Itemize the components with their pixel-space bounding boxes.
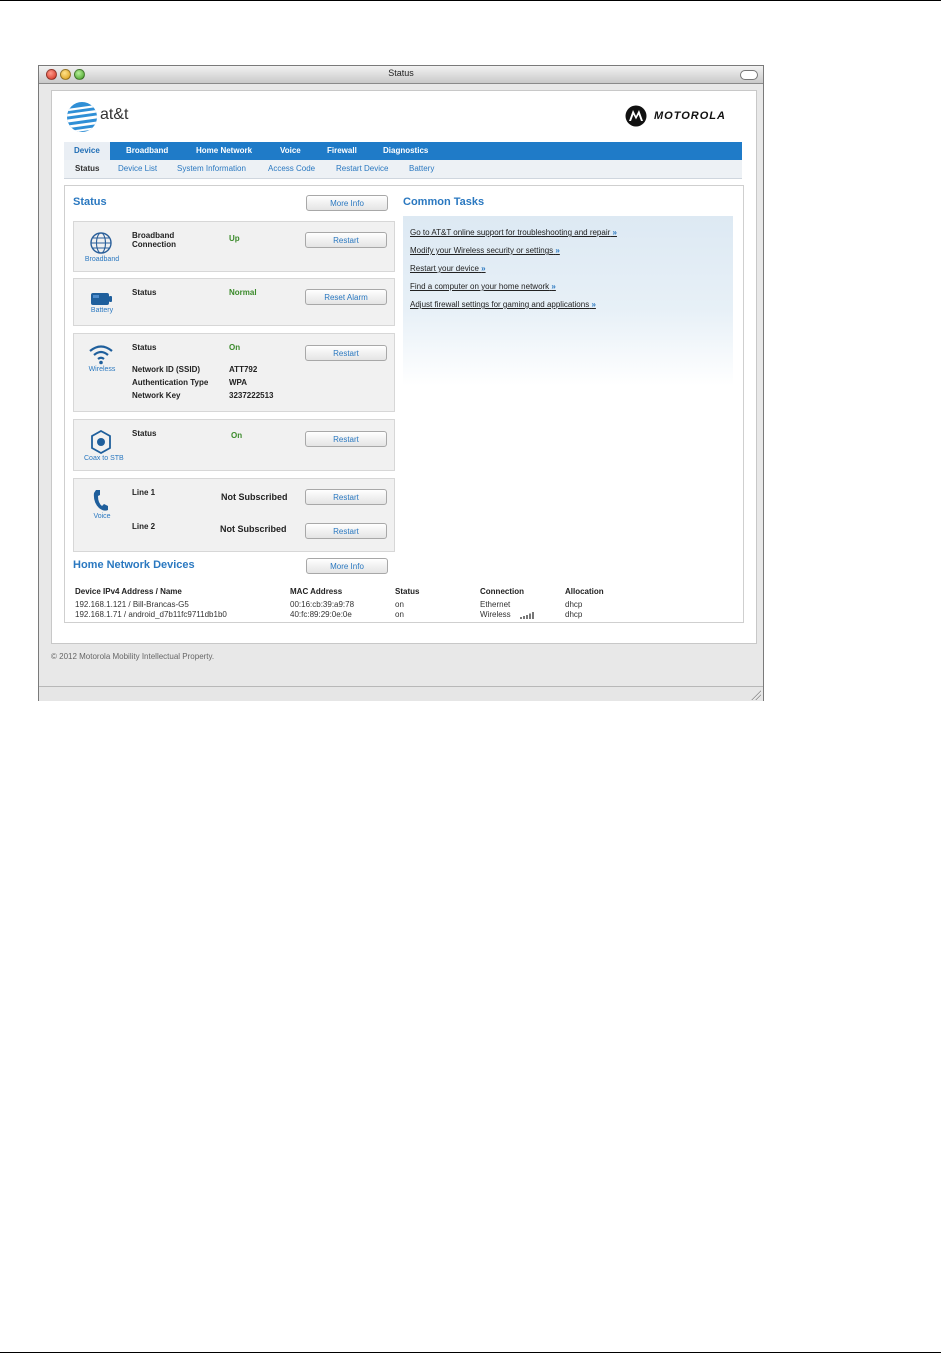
signal-strength-icon (520, 612, 534, 619)
page-bottom-rule (0, 1352, 941, 1353)
wireless-card: Wireless Status On Restart Network ID (S… (73, 333, 395, 412)
wireless-restart-button[interactable]: Restart (305, 345, 387, 361)
allocation-cell: dhcp (565, 610, 583, 619)
battery-icon-label: Battery (90, 307, 114, 314)
line1-restart-button[interactable]: Restart (305, 489, 387, 505)
att-logo-text: at&t (100, 106, 129, 123)
network-key-label: Network Key (132, 391, 181, 400)
broadband-card: Broadband Broadband Connection Up Restar… (73, 221, 395, 272)
window-titlebar: Status (39, 66, 763, 84)
line1-label: Line 1 (132, 488, 156, 497)
voice-card: Voice Line 1 Not Subscribed Restart Line… (73, 478, 395, 552)
battery-status-value: Normal (229, 288, 257, 297)
main-nav: Device Broadband Home Network Voice Fire… (64, 142, 742, 160)
common-tasks-panel: Go to AT&T online support for troublesho… (403, 216, 733, 386)
task-link-find-computer[interactable]: Find a computer on your home network » (410, 282, 556, 291)
mac-cell: 40:fc:89:29:0e:0e (290, 610, 352, 619)
home-network-more-info-button[interactable]: More Info (306, 558, 388, 574)
subtab-system-information[interactable]: System Information (177, 164, 246, 173)
task-link-att-support[interactable]: Go to AT&T online support for troublesho… (410, 228, 617, 237)
column-header-connection: Connection (480, 587, 524, 596)
battery-status-label: Status (132, 288, 157, 297)
tab-broadband[interactable]: Broadband (126, 146, 168, 155)
column-header-status: Status (395, 587, 420, 596)
tab-device[interactable]: Device (64, 142, 110, 160)
ssid-label: Network ID (SSID) (132, 365, 201, 374)
page-content: at&t MOTOROLA Device Broadband Home Netw… (51, 90, 757, 644)
allocation-cell: dhcp (565, 600, 583, 609)
main-panel: Status More Info Broadband Broadband Con… (64, 185, 744, 623)
voice-icon-label: Voice (93, 513, 111, 520)
task-link-restart-device[interactable]: Restart your device » (410, 264, 486, 273)
line2-label: Line 2 (132, 522, 156, 531)
column-header-allocation: Allocation (565, 587, 604, 596)
status-cell: on (395, 600, 404, 609)
tab-diagnostics[interactable]: Diagnostics (383, 146, 428, 155)
line1-value: Not Subscribed (221, 492, 288, 502)
reset-alarm-button[interactable]: Reset Alarm (305, 289, 387, 305)
tab-firewall[interactable]: Firewall (327, 146, 357, 155)
task-link-wireless-settings[interactable]: Modify your Wireless security or setting… (410, 246, 560, 255)
window-status-bar (39, 686, 763, 701)
motorola-batwing-icon (625, 105, 647, 127)
column-header-mac: MAC Address (290, 587, 343, 596)
subtab-access-code[interactable]: Access Code (268, 164, 315, 173)
coax-card: Coax to STB Status On Restart (73, 419, 395, 471)
status-cell: on (395, 610, 404, 619)
battery-card: Battery Status Normal Reset Alarm (73, 278, 395, 326)
home-network-title: Home Network Devices (73, 559, 195, 571)
wifi-icon (89, 345, 113, 365)
connection-cell: Ethernet (480, 600, 511, 609)
window-title: Status (388, 68, 414, 78)
page-top-rule (0, 0, 941, 1)
broadband-connection-label: Broadband Connection (132, 231, 176, 249)
ssid-value: ATT792 (229, 365, 258, 374)
toolbar-toggle-button[interactable] (740, 70, 758, 80)
subtab-status[interactable]: Status (75, 164, 99, 173)
auth-type-value: WPA (229, 378, 248, 387)
device-name-cell: 192.168.1.121 / Bill-Brancas-G5 (75, 600, 189, 609)
network-key-value: 3237222513 (229, 391, 274, 400)
status-more-info-button[interactable]: More Info (306, 195, 388, 211)
line2-value: Not Subscribed (220, 524, 287, 534)
wireless-status-label: Status (132, 343, 157, 352)
tab-voice[interactable]: Voice (280, 146, 301, 155)
subtab-battery[interactable]: Battery (409, 164, 434, 173)
coax-status-value: On (231, 431, 243, 440)
coax-icon-label: Coax to STB (84, 455, 124, 462)
subtab-device-list[interactable]: Device List (118, 164, 157, 173)
wireless-icon-label: Wireless (88, 366, 116, 373)
broadband-status-value: Up (229, 234, 240, 243)
phone-icon (93, 490, 108, 511)
globe-icon (90, 232, 112, 254)
mac-cell: 00:16:cb:39:a9:78 (290, 600, 355, 609)
task-link-firewall-settings[interactable]: Adjust firewall settings for gaming and … (410, 300, 596, 309)
status-section-title: Status (73, 196, 107, 208)
device-name-cell: 192.168.1.71 / android_d7b11fc9711db1b0 (75, 610, 227, 619)
coax-restart-button[interactable]: Restart (305, 431, 387, 447)
common-tasks-title: Common Tasks (403, 196, 485, 208)
coax-connector-icon (91, 430, 111, 454)
resize-grip-icon[interactable] (751, 690, 761, 700)
wireless-status-value: On (229, 343, 241, 352)
broadband-restart-button[interactable]: Restart (305, 232, 387, 248)
coax-status-label: Status (132, 429, 157, 438)
sub-nav: Status Device List System Information Ac… (64, 160, 742, 179)
line2-restart-button[interactable]: Restart (305, 523, 387, 539)
copyright-footer: © 2012 Motorola Mobility Intellectual Pr… (51, 652, 215, 661)
connection-cell: Wireless (480, 610, 511, 619)
auth-type-label: Authentication Type (132, 378, 209, 387)
att-globe-icon (67, 102, 97, 132)
motorola-logo-text: MOTOROLA (654, 110, 726, 122)
subtab-restart-device[interactable]: Restart Device (336, 164, 388, 173)
column-header-device: Device IPv4 Address / Name (75, 587, 182, 596)
tab-home-network[interactable]: Home Network (196, 146, 252, 155)
broadband-icon-label: Broadband (84, 256, 120, 263)
browser-window: Status at&t MOTOROLA Device Broadband Ho… (38, 65, 764, 701)
